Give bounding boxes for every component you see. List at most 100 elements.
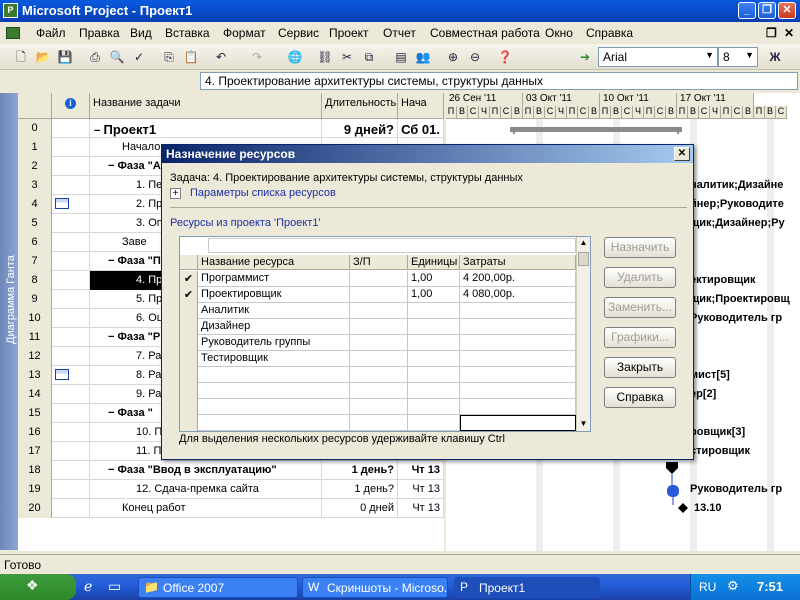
- duration-header[interactable]: Длительность: [322, 93, 398, 119]
- desktop-icon[interactable]: ▭: [108, 578, 121, 595]
- assigned-check[interactable]: ✔: [180, 287, 198, 303]
- help-button[interactable]: Справка: [604, 387, 676, 408]
- rd-cell[interactable]: [350, 383, 408, 399]
- resource-row[interactable]: Тестировщик: [180, 351, 576, 367]
- vertical-scrollbar[interactable]: ▲ ▼: [576, 237, 590, 431]
- cost-header[interactable]: Затраты: [460, 255, 576, 270]
- remove-button[interactable]: Удалить: [604, 267, 676, 288]
- close-button[interactable]: ✕: [778, 2, 796, 19]
- resource-row[interactable]: [180, 383, 576, 399]
- project-icon[interactable]: [6, 27, 20, 39]
- menu-edit[interactable]: Правка: [79, 26, 120, 40]
- zoom-out-icon[interactable]: ⊖: [466, 48, 484, 66]
- units-cell[interactable]: [408, 415, 460, 431]
- split-task-icon[interactable]: ⧉: [360, 48, 378, 66]
- scroll-down-icon[interactable]: ▼: [578, 419, 589, 430]
- taskbar-button[interactable]: 📁 Office 2007: [138, 577, 298, 598]
- resource-row[interactable]: [180, 415, 576, 431]
- units-cell[interactable]: [408, 383, 460, 399]
- maximize-button[interactable]: ❐: [758, 2, 776, 19]
- task-bar-12[interactable]: [667, 485, 679, 497]
- assigned-check[interactable]: ✔: [180, 271, 198, 287]
- cost-cell[interactable]: [460, 303, 576, 319]
- menu-report[interactable]: Отчет: [383, 26, 416, 40]
- resource-name-cell[interactable]: Тестировщик: [198, 351, 350, 367]
- taskbar-button[interactable]: W Скриншоты - Microso...: [302, 577, 448, 598]
- scroll-thumb[interactable]: [578, 252, 589, 266]
- table-row[interactable]: 18 − Фаза "Ввод в эксплуатацию" 1 день? Чт …: [18, 461, 444, 480]
- start-cell[interactable]: Чт 13: [398, 480, 444, 499]
- row-id[interactable]: 9: [18, 290, 52, 309]
- resource-row[interactable]: Аналитик: [180, 303, 576, 319]
- resource-name-cell[interactable]: Аналитик: [198, 303, 350, 319]
- cost-cell[interactable]: [460, 351, 576, 367]
- project-summary-bar[interactable]: [510, 127, 682, 132]
- assign-button[interactable]: Назначить: [604, 237, 676, 258]
- rd-cell[interactable]: [350, 335, 408, 351]
- row-id[interactable]: 0: [18, 119, 52, 138]
- cost-cell[interactable]: [460, 367, 576, 383]
- resource-name-cell[interactable]: [198, 367, 350, 383]
- row-id[interactable]: 4: [18, 195, 52, 214]
- open-icon[interactable]: 📂: [34, 48, 52, 66]
- row-id[interactable]: 17: [18, 442, 52, 461]
- row-id[interactable]: 5: [18, 214, 52, 233]
- rd-cell[interactable]: [350, 271, 408, 287]
- scroll-up-icon[interactable]: ▲: [578, 238, 589, 249]
- new-icon[interactable]: 🗋: [12, 48, 30, 66]
- assign-resources-icon[interactable]: 👥: [414, 48, 432, 66]
- zoom-in-icon[interactable]: ⊕: [444, 48, 462, 66]
- view-bar[interactable]: Диаграмма Ганта: [0, 93, 18, 550]
- menu-tools[interactable]: Сервис: [278, 26, 319, 40]
- row-id[interactable]: 13: [18, 366, 52, 385]
- resource-name-header[interactable]: Название ресурса: [198, 255, 350, 270]
- dialog-close-button[interactable]: ✕: [674, 147, 690, 161]
- menu-view[interactable]: Вид: [130, 26, 152, 40]
- minimize-button[interactable]: _: [738, 2, 756, 19]
- assigned-check[interactable]: [180, 351, 198, 367]
- row-id[interactable]: 11: [18, 328, 52, 347]
- menu-project[interactable]: Проект: [329, 26, 369, 40]
- duration-cell[interactable]: 0 дней: [322, 499, 398, 518]
- print-preview-icon[interactable]: 🔍: [108, 48, 126, 66]
- hyperlink-icon[interactable]: 🌐: [286, 48, 304, 66]
- cost-cell[interactable]: [460, 415, 576, 431]
- units-cell[interactable]: [408, 303, 460, 319]
- rd-cell[interactable]: [350, 351, 408, 367]
- resource-name-cell[interactable]: [198, 399, 350, 415]
- select-all-header[interactable]: [180, 255, 198, 270]
- resource-edit-field[interactable]: [208, 238, 576, 253]
- save-icon[interactable]: 💾: [56, 48, 74, 66]
- row-id[interactable]: 10: [18, 309, 52, 328]
- help-tray-icon[interactable]: ⚙: [727, 578, 739, 594]
- units-cell[interactable]: [408, 351, 460, 367]
- cost-cell[interactable]: [460, 335, 576, 351]
- resource-name-cell[interactable]: Дизайнер: [198, 319, 350, 335]
- row-id[interactable]: 14: [18, 385, 52, 404]
- print-icon[interactable]: ⎙: [86, 48, 104, 66]
- rd-cell[interactable]: [350, 399, 408, 415]
- start-cell[interactable]: Сб 01.: [398, 119, 444, 138]
- list-options-link[interactable]: Параметры списка ресурсов: [190, 187, 336, 199]
- indicators-header[interactable]: i: [52, 93, 90, 119]
- resource-row[interactable]: Дизайнер: [180, 319, 576, 335]
- table-row[interactable]: 20 Конец работ 0 дней Чт 13: [18, 499, 444, 518]
- clock[interactable]: 7:51: [757, 579, 783, 594]
- rd-cell[interactable]: [350, 287, 408, 303]
- close-doc-icon[interactable]: ✕: [784, 26, 794, 40]
- units-cell[interactable]: [408, 335, 460, 351]
- id-header[interactable]: [18, 93, 52, 119]
- resource-row[interactable]: [180, 399, 576, 415]
- row-id[interactable]: 7: [18, 252, 52, 271]
- rd-cell[interactable]: [350, 367, 408, 383]
- link-tasks-icon[interactable]: ⛓: [316, 48, 334, 66]
- row-id[interactable]: 6: [18, 233, 52, 252]
- bold-button[interactable]: Ж: [766, 48, 784, 66]
- menu-format[interactable]: Формат: [223, 26, 266, 40]
- row-id[interactable]: 15: [18, 404, 52, 423]
- resource-name-cell[interactable]: Руководитель группы: [198, 335, 350, 351]
- ie-icon[interactable]: ℯ: [84, 578, 92, 595]
- row-id[interactable]: 8: [18, 271, 52, 290]
- project-icon[interactable]: P: [3, 3, 18, 18]
- resource-name-cell[interactable]: [198, 383, 350, 399]
